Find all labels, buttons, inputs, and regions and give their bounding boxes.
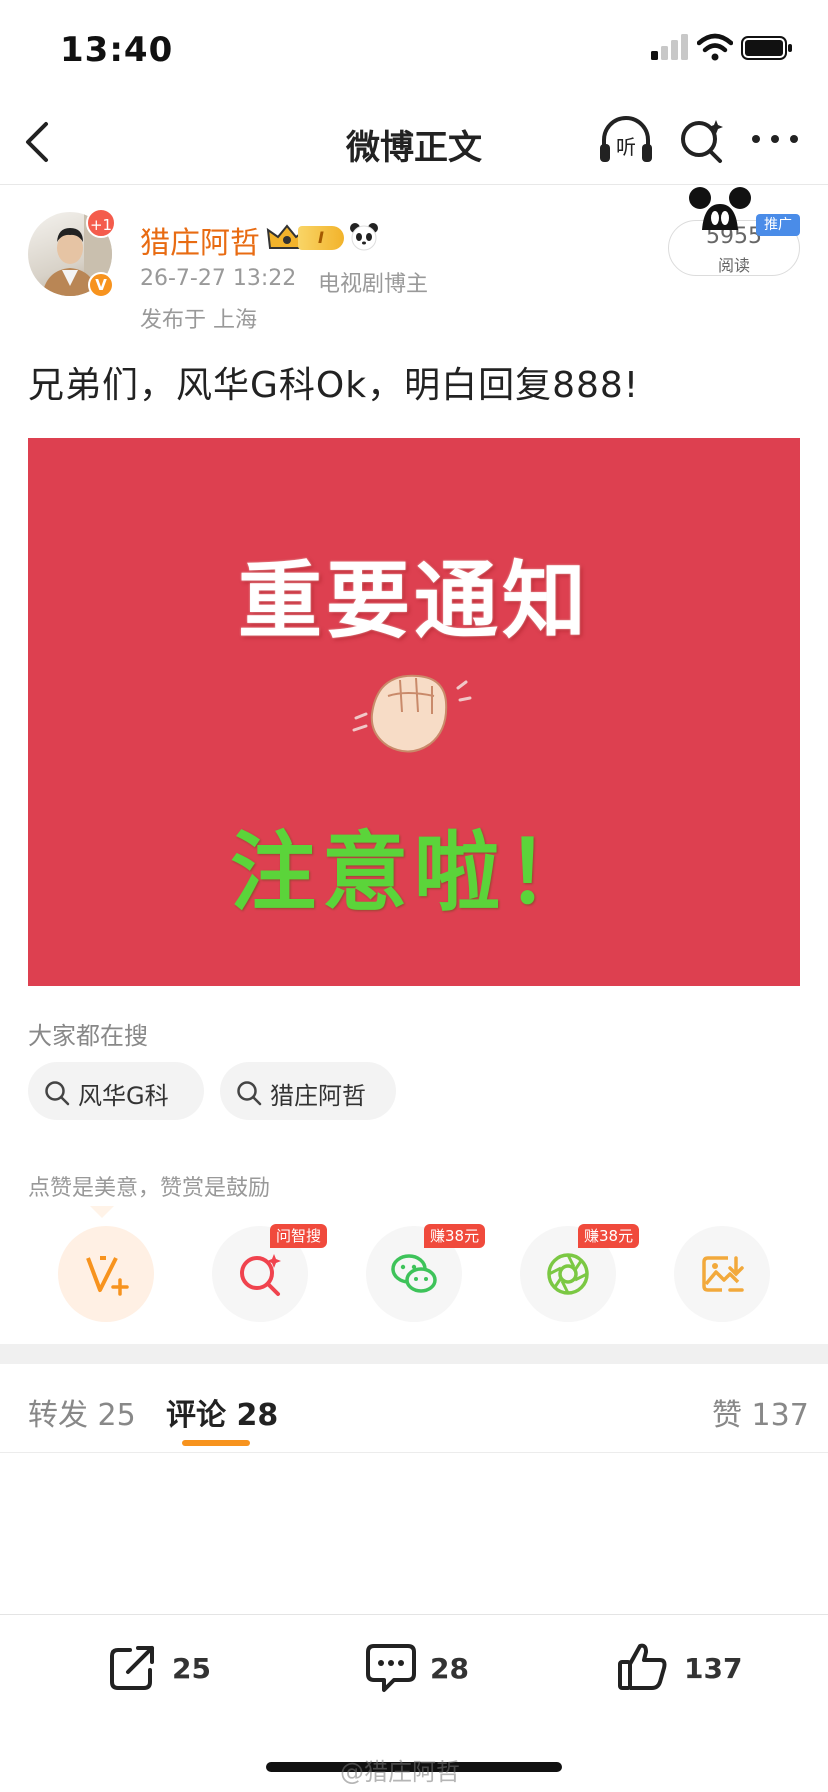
cellular-signal-icon: [651, 34, 688, 60]
watermark: @猎庄阿哲: [340, 1758, 460, 1786]
tab-like[interactable]: 赞 137: [712, 1390, 809, 1434]
avatar-plus-badge: +1: [86, 208, 116, 238]
trending-title: 大家都在搜: [28, 1022, 148, 1050]
listen-headphones-icon[interactable]: 听: [598, 114, 654, 166]
wechat-reward-badge: 赚38元: [424, 1224, 486, 1248]
trending-label-1: 风华G科: [78, 1082, 169, 1110]
post-text: 兄弟们，风华G科Ok，明白回复888!: [28, 365, 640, 406]
reads-label: 阅读: [717, 256, 750, 275]
fist-icon: [352, 674, 472, 753]
post-time: 26-7-27 13:22: [140, 266, 297, 291]
comment-count: 28: [430, 1652, 469, 1685]
image-subtitle: 注意啦！: [230, 823, 598, 923]
tab-repost[interactable]: 转发 25: [28, 1390, 136, 1434]
promo-tag: 推广: [756, 214, 800, 236]
save-image-icon: [702, 1256, 744, 1292]
post-image[interactable]: 重要通知 注意啦！: [28, 438, 800, 986]
verified-badge: V: [88, 272, 114, 298]
panda-icon: [350, 223, 378, 251]
author-name[interactable]: 猎庄阿哲: [140, 218, 260, 262]
reward-v-plus-icon: [86, 1256, 129, 1296]
repost-count: 25: [172, 1652, 211, 1685]
status-time: 13:40: [60, 30, 174, 70]
smart-search-badge: 问智搜: [270, 1224, 328, 1248]
battery-icon: [741, 36, 792, 60]
moments-icon: [547, 1253, 589, 1295]
vip-level-badge[interactable]: I: [298, 226, 344, 250]
more-icon[interactable]: [750, 124, 800, 154]
smart-search-icon[interactable]: [678, 116, 726, 164]
tab-divider: [0, 1452, 828, 1453]
nav-divider: [0, 184, 828, 185]
smart-search-icon: [240, 1254, 281, 1296]
wifi-icon: [697, 33, 733, 61]
moments-reward-badge: 赚38元: [578, 1224, 640, 1248]
like-count: 137: [684, 1652, 743, 1685]
repost-icon[interactable]: [106, 1640, 160, 1694]
section-separator: [0, 1344, 828, 1364]
image-title: 重要通知: [237, 552, 590, 650]
reward-pointer: [90, 1206, 114, 1218]
trending-label-2: 猎庄阿哲: [270, 1082, 366, 1110]
post-location: 发布于 上海: [140, 308, 257, 333]
bottom-bar-divider: [0, 1614, 828, 1615]
wechat-icon: [391, 1254, 437, 1293]
tab-active-indicator: [182, 1440, 250, 1446]
comment-icon[interactable]: [364, 1640, 418, 1694]
reward-title: 点赞是美意，赞赏是鼓励: [28, 1176, 271, 1201]
tab-comment[interactable]: 评论 28: [166, 1390, 278, 1434]
search-icon: [45, 1081, 70, 1106]
like-thumb-icon[interactable]: [616, 1640, 670, 1694]
svg-text:听: 听: [616, 135, 636, 159]
search-icon: [237, 1081, 262, 1106]
mickey-ears-icon: [689, 187, 751, 230]
author-role: 电视剧博主: [318, 272, 429, 297]
